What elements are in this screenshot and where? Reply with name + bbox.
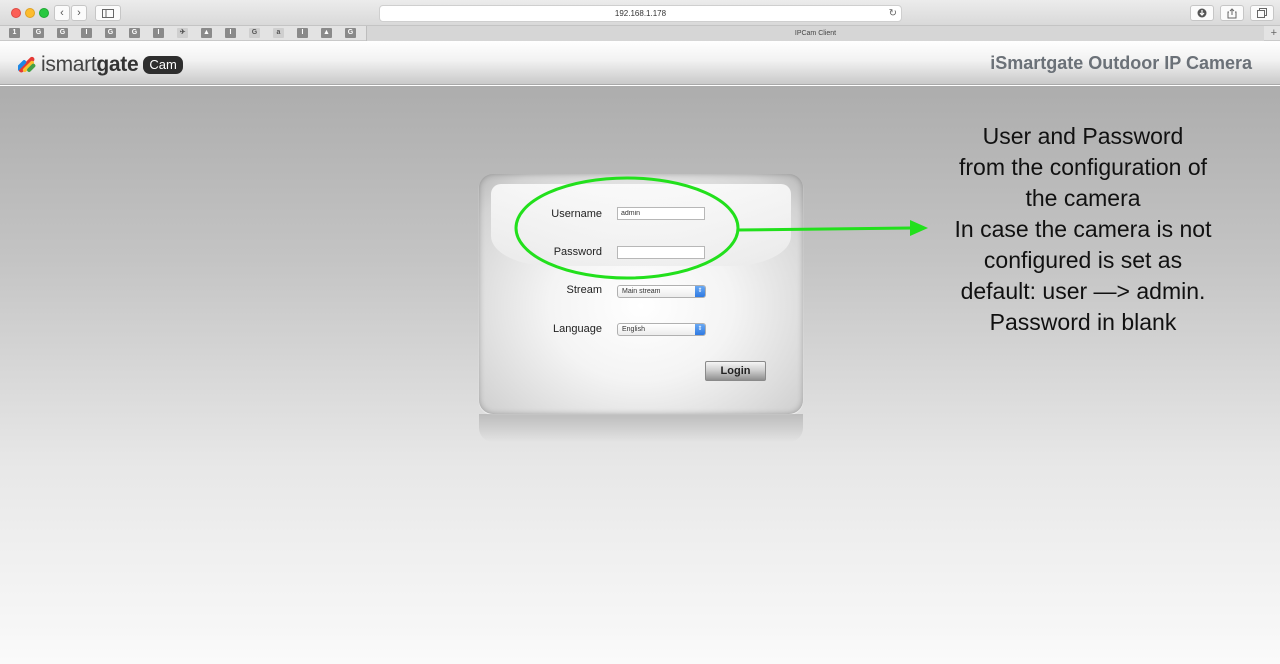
bookmark-icon[interactable]: I <box>81 28 92 38</box>
chevron-right-icon: › <box>77 7 81 19</box>
window-close-button[interactable] <box>11 8 21 18</box>
window-zoom-button[interactable] <box>39 8 49 18</box>
app-header: ismartgate Cam iSmartgate Outdoor IP Cam… <box>0 41 1280 85</box>
select-arrows-icon: ⇕ <box>695 324 705 335</box>
annotation-line: default: user —> admin. <box>960 278 1206 304</box>
bookmark-icon[interactable]: 1 <box>9 28 20 38</box>
chevron-left-icon: ‹ <box>60 7 64 19</box>
bookmark-icon[interactable]: G <box>129 28 140 38</box>
language-select-value: English <box>622 326 645 333</box>
language-label: Language <box>553 323 602 335</box>
bookmark-icon[interactable]: ▲ <box>321 28 332 38</box>
share-button[interactable] <box>1220 5 1244 21</box>
reload-icon[interactable]: ↻ <box>889 6 897 21</box>
brand-logo: ismartgate Cam <box>18 53 183 77</box>
annotation-line: User and Password <box>982 123 1184 149</box>
annotation-text: User and Password from the configuration… <box>912 121 1254 338</box>
annotation-line: In case the camera is not <box>954 216 1212 242</box>
language-select[interactable]: English ⇕ <box>617 323 706 336</box>
username-input[interactable] <box>617 207 705 220</box>
downloads-button[interactable] <box>1190 5 1214 21</box>
logo-mark-icon <box>18 56 36 73</box>
annotation-line: configured is set as <box>983 247 1183 273</box>
bookmark-icon[interactable]: I <box>225 28 236 38</box>
annotation-line: from the configuration of <box>958 154 1208 180</box>
logo-wordmark: ismartgate <box>41 53 139 77</box>
bookmark-icon[interactable]: ✈ <box>177 28 188 38</box>
forward-button[interactable]: › <box>71 5 87 21</box>
panel-reflection <box>479 414 803 442</box>
active-tab[interactable]: IPCam Client <box>366 26 1264 41</box>
download-icon <box>1197 8 1207 18</box>
bookmark-icon[interactable]: G <box>33 28 44 38</box>
password-input[interactable] <box>617 246 705 259</box>
back-button[interactable]: ‹ <box>54 5 70 21</box>
bookmark-icon[interactable]: G <box>249 28 260 38</box>
product-title: iSmartgate Outdoor IP Camera <box>990 53 1252 73</box>
bookmark-icon[interactable]: I <box>297 28 308 38</box>
sidebar-toggle-button[interactable] <box>95 5 121 21</box>
stream-label: Stream <box>566 284 602 296</box>
login-panel: Username Password Stream Main stream ⇕ L… <box>479 174 803 414</box>
bookmark-icon[interactable]: G <box>57 28 68 38</box>
annotation-line: the camera <box>1025 185 1141 211</box>
username-label: Username <box>551 208 602 220</box>
stream-select[interactable]: Main stream ⇕ <box>617 285 706 298</box>
logo-cam-badge: Cam <box>143 56 183 74</box>
bookmark-icon[interactable]: a <box>273 28 284 38</box>
tabs-overview-button[interactable] <box>1250 5 1274 21</box>
tabs-icon <box>1257 8 1267 18</box>
stream-select-value: Main stream <box>622 288 661 295</box>
password-label: Password <box>553 246 602 258</box>
logo-bold: gate <box>96 53 139 76</box>
browser-titlebar: ‹ › 192.168.1.178 ↻ <box>0 0 1280 26</box>
bookmark-icon[interactable]: I <box>153 28 164 38</box>
logo-prefix: ismart <box>41 53 97 76</box>
bookmark-icon[interactable]: G <box>105 28 116 38</box>
annotation-line: Password in blank <box>989 309 1177 335</box>
select-arrows-icon: ⇕ <box>695 286 705 297</box>
login-button[interactable]: Login <box>705 361 766 381</box>
window-minimize-button[interactable] <box>25 8 35 18</box>
bookmark-icon[interactable]: G <box>345 28 356 38</box>
share-icon <box>1227 8 1237 19</box>
url-text: 192.168.1.178 <box>614 9 667 18</box>
address-bar[interactable]: 192.168.1.178 ↻ <box>379 5 902 22</box>
new-tab-button[interactable]: + <box>1271 26 1277 41</box>
bookmark-icon[interactable]: ▲ <box>201 28 212 38</box>
sidebar-icon <box>102 9 114 18</box>
